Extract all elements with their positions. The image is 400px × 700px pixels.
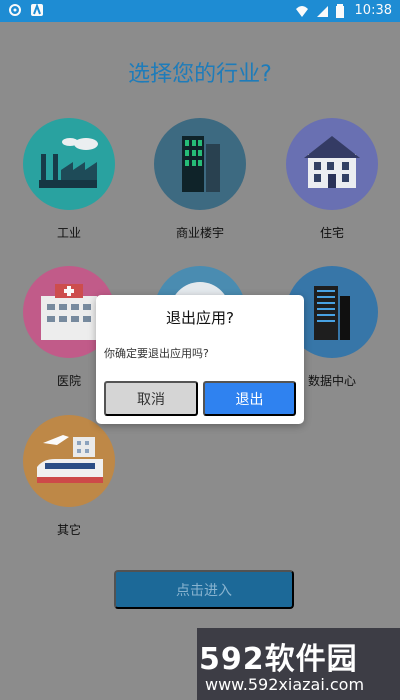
dialog-message: 你确定要退出应用吗? bbox=[104, 347, 209, 360]
dialog-title: 退出应用? bbox=[166, 309, 234, 327]
exit-button[interactable]: 退出 bbox=[203, 381, 296, 416]
cancel-button[interactable]: 取消 bbox=[104, 381, 198, 416]
watermark-url: www.592xiazai.com bbox=[205, 675, 365, 694]
site-watermark: 592软件园 www.592xiazai.com bbox=[197, 628, 400, 700]
watermark-brand: 592软件园 bbox=[199, 642, 358, 677]
exit-dialog: 退出应用? 你确定要退出应用吗? 取消 退出 bbox=[96, 295, 304, 424]
